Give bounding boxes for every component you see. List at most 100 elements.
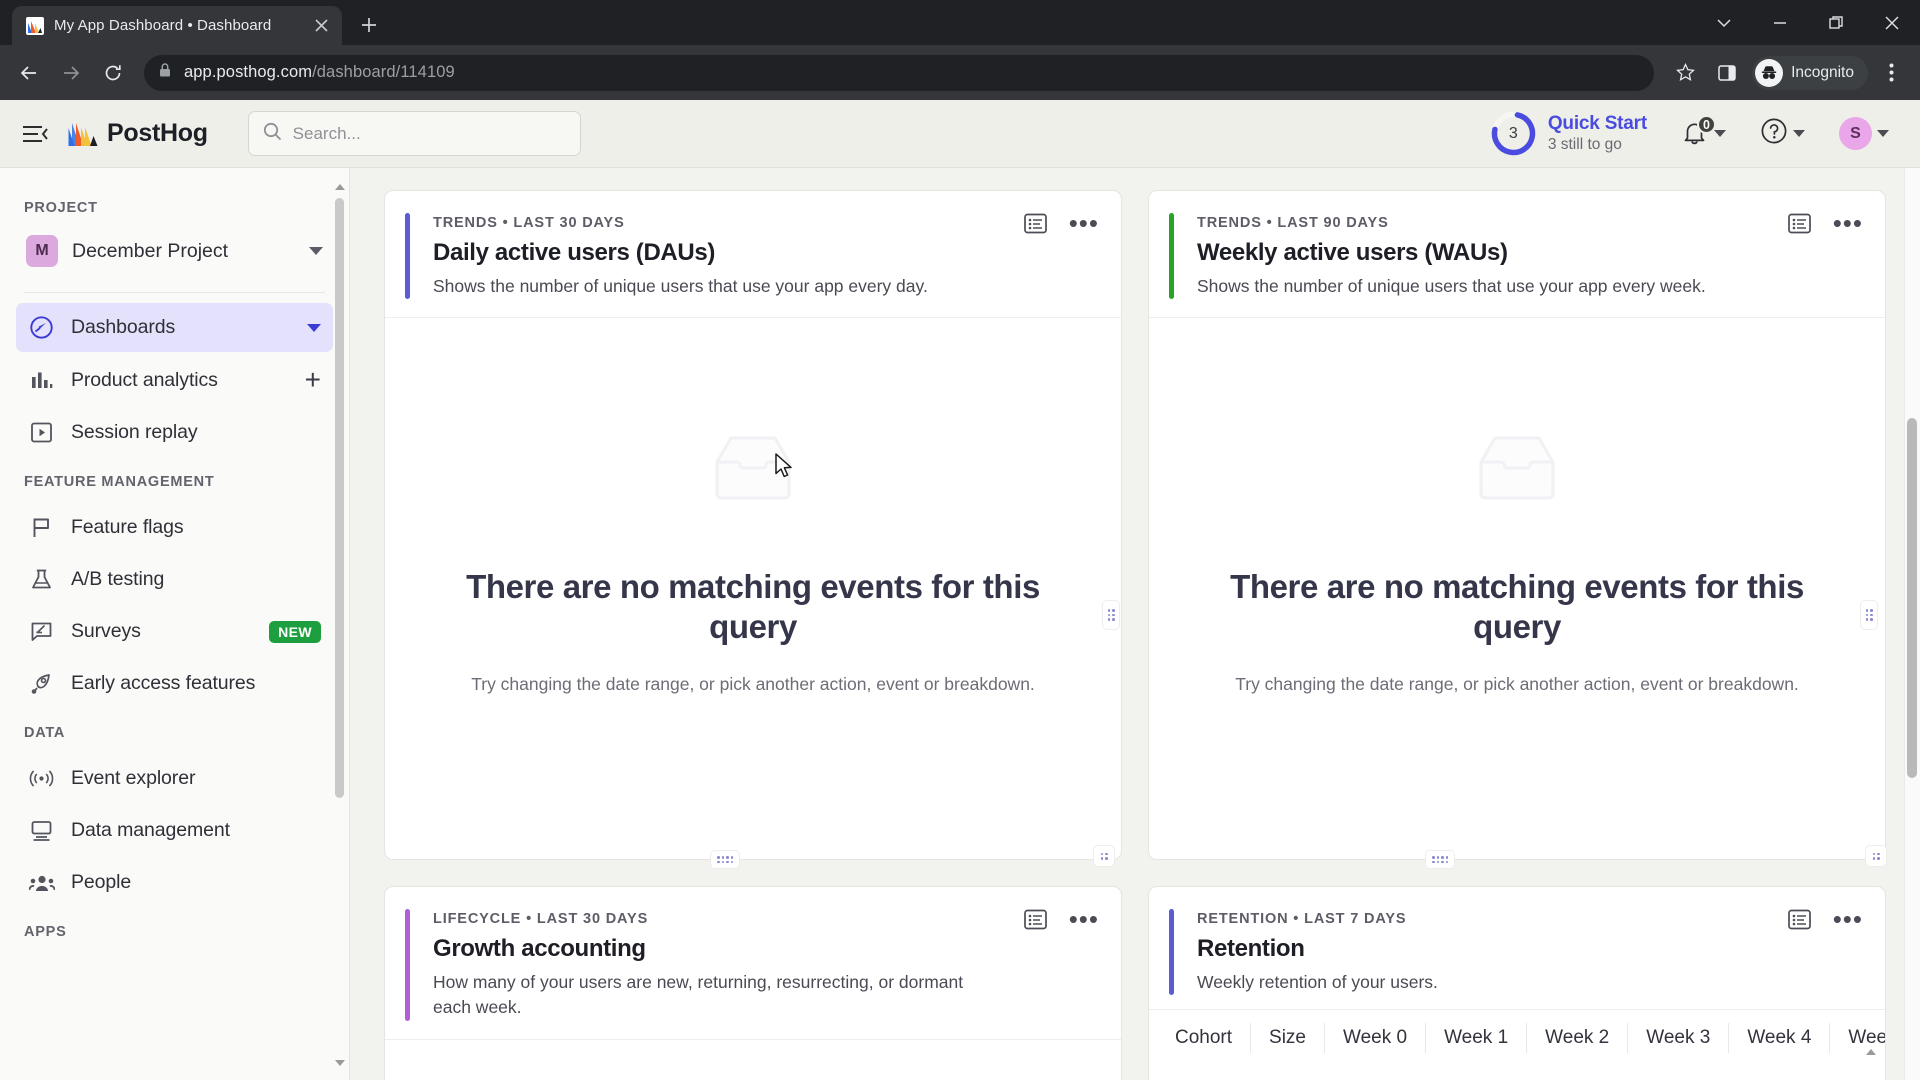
sidebar-scroll-down-arrow[interactable] (333, 1056, 347, 1070)
search-icon (263, 122, 282, 146)
insight-details-icon[interactable] (1023, 909, 1047, 930)
retention-col-week-4[interactable]: Week 4 (1729, 1023, 1831, 1054)
page-scrollbar[interactable] (1904, 168, 1920, 1080)
more-options-icon[interactable]: ••• (1833, 210, 1863, 236)
window-maximize-icon[interactable] (1808, 0, 1864, 45)
card-body-blank (385, 1038, 1121, 1080)
card-kicker: LIFECYCLE • LAST 30 DAYS (433, 911, 649, 927)
sidebar-item-people[interactable]: People (16, 858, 333, 907)
retention-col-week-1[interactable]: Week 1 (1426, 1023, 1528, 1054)
window-minimize-icon[interactable] (1752, 0, 1808, 45)
card-resize-handle-corner[interactable] (1093, 845, 1115, 867)
browser-menu-icon[interactable] (1872, 54, 1910, 92)
quick-start-title: Quick Start (1547, 113, 1647, 135)
url-host: app.posthog.com (184, 63, 313, 81)
page-scrollbar-thumb[interactable] (1907, 418, 1917, 778)
sidebar-item-feature-flags[interactable]: Feature flags (16, 503, 333, 552)
card-accent-bar (1169, 213, 1174, 299)
sidebar-scrollbar-thumb[interactable] (335, 198, 344, 798)
collapse-sidebar-icon[interactable] (18, 117, 52, 151)
insight-card-growth-accounting[interactable]: LIFECYCLE • LAST 30 DAYS Growth accounti… (384, 886, 1122, 1080)
posthog-logo[interactable]: PostHog (68, 119, 208, 148)
sidebar-item-label: People (71, 871, 132, 893)
retention-scroll-up-arrow[interactable] (1865, 1044, 1877, 1062)
sidebar-scroll-up-arrow[interactable] (333, 180, 347, 194)
bar-chart-icon (28, 367, 55, 394)
drag-dots (1865, 609, 1873, 621)
incognito-icon (1755, 58, 1784, 87)
more-options-icon[interactable]: ••• (1069, 210, 1099, 236)
address-bar[interactable]: app.posthog.com/dashboard/114109 (144, 54, 1655, 91)
side-panel-icon[interactable] (1708, 54, 1746, 92)
sidebar-section-project: PROJECT (24, 200, 98, 216)
card-resize-handle-bottom[interactable] (1425, 850, 1455, 869)
monitor-icon (28, 817, 55, 844)
sidebar-item-early-access-features[interactable]: Early access features (16, 659, 333, 708)
drag-dots (1872, 852, 1880, 860)
project-switcher[interactable]: M December Project (16, 226, 333, 276)
card-kicker: TRENDS • LAST 90 DAYS (1197, 215, 1389, 231)
sidebar: PROJECT M December Project Dashboards Pr… (0, 168, 350, 1080)
card-actions: ••• (1787, 210, 1863, 236)
card-actions: ••• (1787, 906, 1863, 932)
sidebar-scroll-area: PROJECT M December Project Dashboards Pr… (0, 168, 349, 1080)
tab-search-icon[interactable] (1696, 0, 1752, 45)
card-title: Growth accounting (433, 935, 646, 962)
empty-inbox-icon (1475, 430, 1559, 509)
search-input[interactable]: Search... (247, 111, 581, 156)
address-bar-url: app.posthog.com/dashboard/114109 (184, 63, 455, 82)
sidebar-item-product-analytics[interactable]: Product analytics + (16, 355, 333, 405)
retention-col-week-0[interactable]: Week 0 (1325, 1023, 1427, 1054)
retention-col-cohort[interactable]: Cohort (1175, 1023, 1252, 1054)
card-actions: ••• (1023, 906, 1099, 932)
quick-start-subtitle: 3 still to go (1547, 136, 1622, 154)
chevron-down-icon (1793, 130, 1805, 137)
more-options-icon[interactable]: ••• (1069, 906, 1099, 932)
insight-details-icon[interactable] (1787, 213, 1811, 234)
browser-tab[interactable]: My App Dashboard • Dashboard (12, 6, 342, 45)
sidebar-item-data-management[interactable]: Data management (16, 806, 333, 855)
sidebar-item-ab-testing[interactable]: A/B testing (16, 555, 333, 604)
bookmark-star-icon[interactable] (1666, 54, 1704, 92)
add-insight-button[interactable]: + (305, 366, 321, 394)
card-resize-handle-bottom[interactable] (710, 850, 740, 869)
project-badge: M (26, 235, 58, 267)
insight-card-daily-active-users[interactable]: TRENDS • LAST 30 DAYS Daily active users… (384, 190, 1122, 860)
chevron-down-icon[interactable] (307, 323, 321, 332)
forward-icon[interactable] (52, 54, 90, 92)
reload-icon[interactable] (94, 54, 132, 92)
card-resize-handle-corner[interactable] (1865, 845, 1887, 867)
retention-col-size[interactable]: Size (1251, 1023, 1325, 1054)
card-header: RETENTION • LAST 7 DAYS Retention Weekly… (1149, 887, 1885, 1009)
card-accent-bar (405, 909, 410, 1021)
incognito-profile-button[interactable]: Incognito (1752, 55, 1868, 90)
insight-details-icon[interactable] (1023, 213, 1047, 234)
user-menu-button[interactable]: S (1830, 111, 1898, 156)
tab-close-icon[interactable] (310, 15, 332, 37)
card-empty-state: There are no matching events for this qu… (1149, 317, 1885, 859)
notifications-button[interactable]: 0 (1673, 114, 1735, 153)
insight-details-icon[interactable] (1787, 909, 1811, 930)
card-resize-handle-right[interactable] (1102, 600, 1120, 630)
sidebar-item-label: Early access features (71, 672, 256, 694)
sidebar-section-data: DATA (24, 725, 66, 741)
sidebar-item-session-replay[interactable]: Session replay (16, 408, 333, 457)
card-resize-handle-right[interactable] (1860, 600, 1878, 630)
insight-card-retention[interactable]: RETENTION • LAST 7 DAYS Retention Weekly… (1148, 886, 1886, 1080)
retention-col-week-2[interactable]: Week 2 (1527, 1023, 1629, 1054)
back-icon[interactable] (10, 54, 48, 92)
sidebar-item-event-explorer[interactable]: Event explorer (16, 754, 333, 803)
flask-icon (28, 566, 55, 593)
card-description: Shows the number of unique users that us… (433, 276, 928, 296)
insight-card-weekly-active-users[interactable]: TRENDS • LAST 90 DAYS Weekly active user… (1148, 190, 1886, 860)
quick-start-button[interactable]: 3 Quick Start 3 still to go (1480, 110, 1657, 157)
sidebar-item-surveys[interactable]: Surveys NEW (16, 607, 333, 656)
retention-col-week-3[interactable]: Week 3 (1628, 1023, 1730, 1054)
drag-dots (717, 856, 733, 863)
window-close-icon[interactable] (1864, 0, 1920, 45)
new-tab-button[interactable] (352, 8, 386, 42)
browser-window: My App Dashboard • Dashboard app.posthog… (0, 0, 1920, 1080)
more-options-icon[interactable]: ••• (1833, 906, 1863, 932)
help-button[interactable] (1751, 111, 1814, 156)
sidebar-item-dashboards[interactable]: Dashboards (16, 303, 333, 352)
